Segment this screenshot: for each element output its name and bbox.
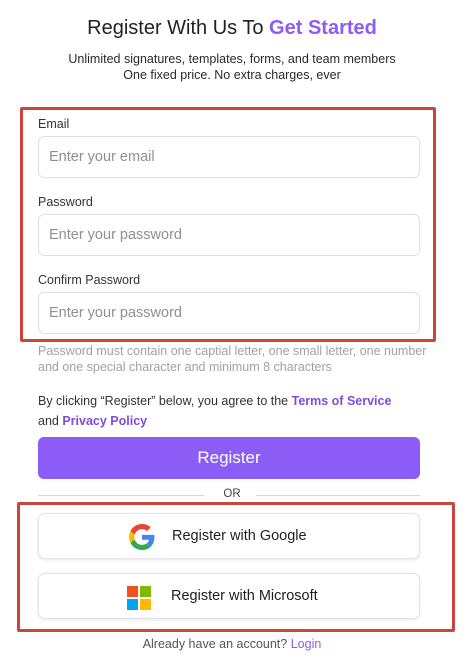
register-with-microsoft-button[interactable]: Register with Microsoft bbox=[38, 573, 420, 619]
login-prompt-text: Already have an account? bbox=[142, 637, 288, 651]
microsoft-logo-icon bbox=[127, 586, 151, 610]
page-title: Register With Us To Get Started bbox=[0, 17, 464, 40]
login-link[interactable]: Login bbox=[291, 637, 322, 651]
agreement-prefix: By clicking “Register” below, you agree … bbox=[38, 394, 289, 408]
login-prompt: Already have an account? Login bbox=[0, 637, 464, 651]
google-button-label: Register with Google bbox=[172, 528, 307, 544]
microsoft-button-label: Register with Microsoft bbox=[171, 588, 318, 604]
subtitle-line-1: Unlimited signatures, templates, forms, … bbox=[68, 52, 396, 66]
title-text: Register With Us To bbox=[87, 17, 264, 39]
register-with-google-button[interactable]: Register with Google bbox=[38, 513, 420, 559]
divider-right bbox=[256, 495, 420, 496]
google-logo-icon bbox=[129, 524, 155, 550]
password-label: Password bbox=[38, 195, 93, 209]
terms-of-service-link[interactable]: Terms of Service bbox=[292, 394, 392, 408]
confirm-password-field[interactable] bbox=[38, 292, 420, 334]
privacy-policy-link[interactable]: Privacy Policy bbox=[62, 414, 147, 428]
terms-agreement: By clicking “Register” below, you agree … bbox=[38, 391, 428, 431]
email-label: Email bbox=[38, 117, 70, 131]
email-field[interactable] bbox=[38, 136, 420, 178]
title-accent-text: Get Started bbox=[269, 17, 377, 39]
confirm-password-label: Confirm Password bbox=[38, 273, 141, 287]
or-divider-label: OR bbox=[223, 488, 241, 500]
agreement-conjunction: and bbox=[38, 414, 59, 428]
subtitle-line-2: One fixed price. No extra charges, ever bbox=[123, 68, 341, 82]
password-hint: Password must contain one captial letter… bbox=[38, 344, 427, 374]
register-button[interactable]: Register bbox=[38, 437, 420, 479]
password-field[interactable] bbox=[38, 214, 420, 256]
